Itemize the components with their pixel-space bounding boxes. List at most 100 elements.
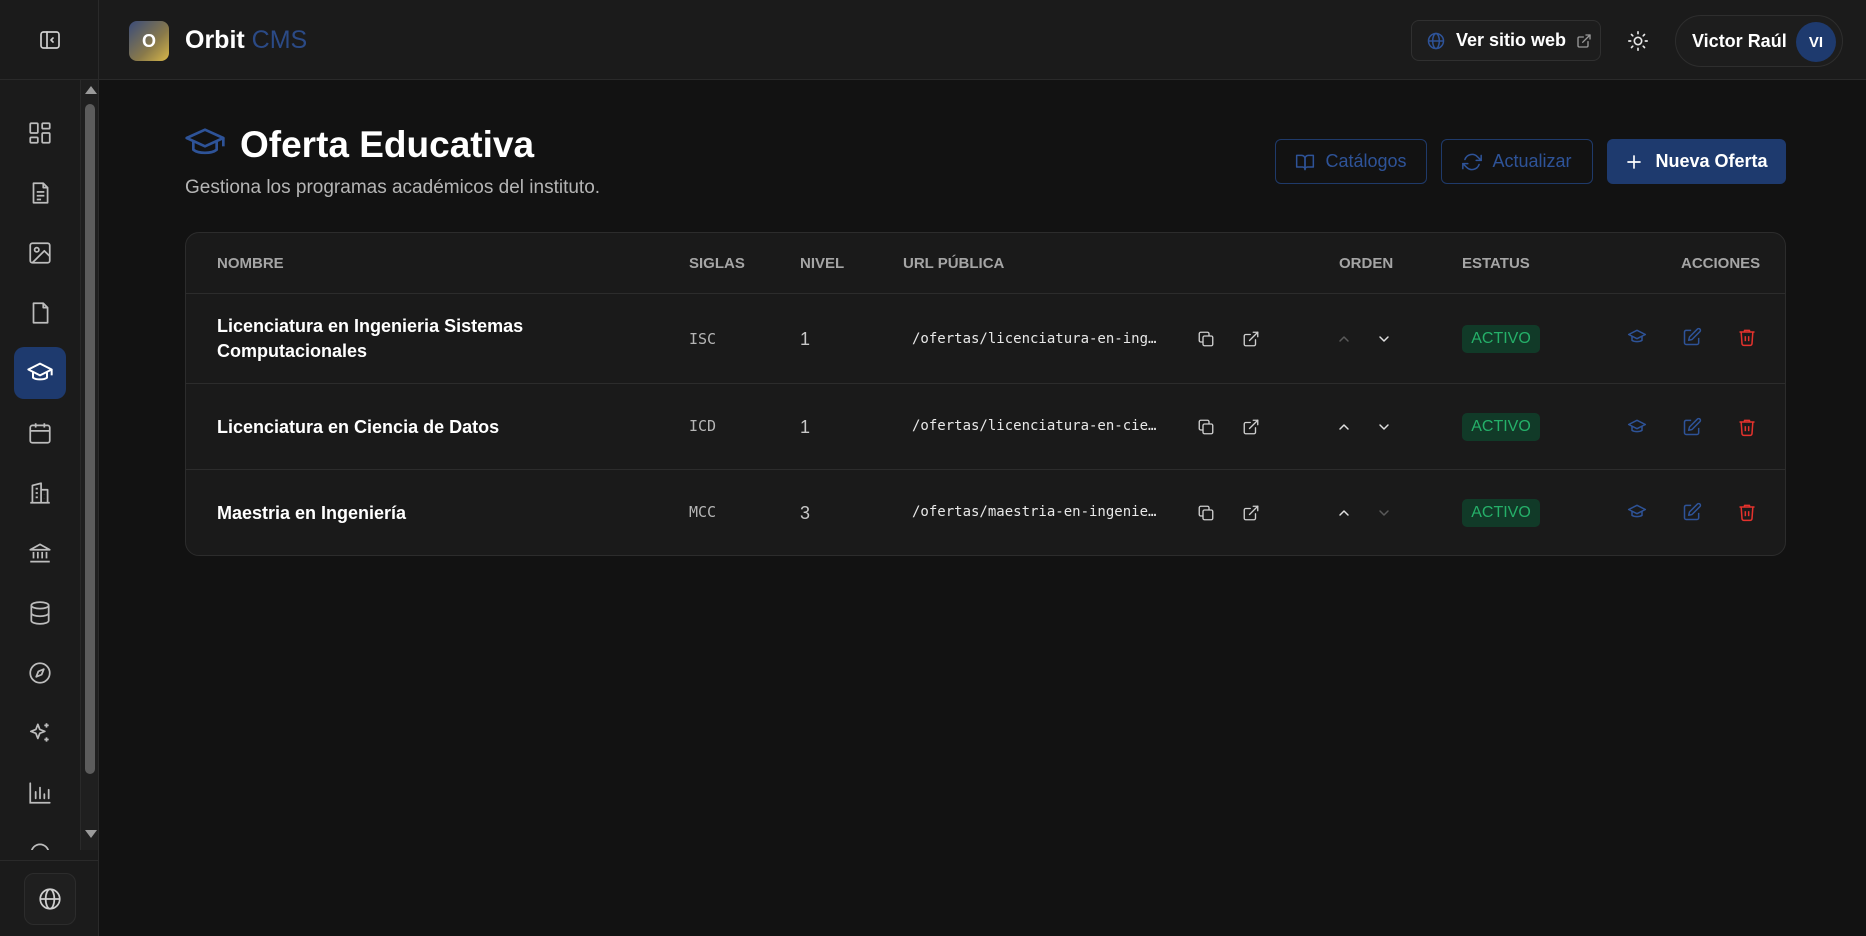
- compass-icon: [29, 662, 51, 684]
- scroll-down-arrow[interactable]: [85, 830, 97, 838]
- language-button[interactable]: [23, 872, 76, 925]
- sidebar-scrollbar[interactable]: [80, 80, 98, 850]
- sparkles-icon: [29, 723, 49, 742]
- move-up-button[interactable]: [1329, 412, 1359, 442]
- sidebar-item-calendar[interactable]: [14, 407, 66, 459]
- sidebar-footer: [0, 860, 99, 936]
- view-program-button[interactable]: [1622, 322, 1652, 352]
- file-icon: [32, 302, 49, 324]
- column-header-url[interactable]: URL PÚBLICA: [903, 255, 1004, 272]
- dashboard-icon: [29, 122, 51, 144]
- sidebar-item-pages[interactable]: [14, 167, 66, 219]
- copy-url-button[interactable]: [1191, 324, 1221, 354]
- refresh-icon: [1462, 153, 1483, 170]
- offers-table: NOMBRE SIGLAS NIVEL URL PÚBLICA ORDEN ES…: [185, 232, 1786, 556]
- bar-chart-icon: [29, 782, 51, 804]
- chevron-down-icon: [1379, 510, 1389, 516]
- app-brand[interactable]: Orbit CMS: [185, 26, 307, 55]
- column-header-orden[interactable]: ORDEN: [1339, 255, 1393, 272]
- app-logo[interactable]: O: [129, 21, 169, 61]
- table-row[interactable]: Licenciatura en Ciencia de Datos ICD 1 /…: [186, 384, 1785, 470]
- copy-url-button[interactable]: [1191, 498, 1221, 528]
- view-program-button[interactable]: [1622, 497, 1652, 527]
- document-icon: [32, 182, 49, 204]
- refresh-label: Actualizar: [1492, 151, 1572, 171]
- program-name: Maestria en Ingeniería: [217, 503, 407, 523]
- chevron-down-icon: [1379, 336, 1389, 342]
- sidebar-item-media[interactable]: [14, 227, 66, 279]
- trash-icon: [1739, 504, 1755, 522]
- sun-icon: [1628, 31, 1648, 51]
- sidebar-toggle-button[interactable]: [30, 20, 70, 60]
- sidebar-item-dashboard[interactable]: [14, 107, 66, 159]
- edit-icon: [1683, 327, 1702, 346]
- open-url-button[interactable]: [1236, 412, 1266, 442]
- sidebar-panel-icon: [39, 30, 60, 49]
- brand-name: Orbit: [185, 26, 245, 54]
- copy-url-button[interactable]: [1191, 412, 1221, 442]
- avatar: VI: [1796, 22, 1836, 62]
- public-url: /ofertas/maestria-en-ingenieria: [912, 504, 1164, 520]
- scroll-up-arrow[interactable]: [85, 86, 97, 94]
- delete-button[interactable]: [1732, 412, 1762, 442]
- column-header-nombre[interactable]: NOMBRE: [217, 255, 284, 272]
- catalogs-button[interactable]: Catálogos: [1275, 139, 1427, 184]
- sidebar-item-buildings[interactable]: [14, 467, 66, 519]
- user-menu-button[interactable]: Victor Raúl VI: [1675, 15, 1843, 67]
- sidebar-item-analytics[interactable]: [14, 767, 66, 819]
- brand-suffix: CMS: [251, 26, 308, 54]
- move-up-button[interactable]: [1329, 324, 1359, 354]
- external-link-icon: [1243, 419, 1259, 435]
- sidebar-item-more[interactable]: [14, 827, 66, 850]
- image-icon: [29, 242, 51, 264]
- delete-button[interactable]: [1732, 322, 1762, 352]
- sidebar-item-explore[interactable]: [14, 647, 66, 699]
- page-subtitle: Gestiona los programas académicos del in…: [185, 177, 601, 198]
- sidebar-item-oferta-educativa[interactable]: [14, 347, 66, 399]
- move-down-button[interactable]: [1369, 412, 1399, 442]
- open-url-button[interactable]: [1236, 498, 1266, 528]
- sidebar-item-database[interactable]: [14, 587, 66, 639]
- sidebar-header: [0, 0, 99, 80]
- copy-icon: [1198, 331, 1214, 347]
- new-offer-button[interactable]: Nueva Oferta: [1607, 139, 1786, 184]
- edit-button[interactable]: [1677, 412, 1707, 442]
- chevron-up-icon: [1339, 424, 1349, 430]
- page-title: Oferta Educativa: [240, 124, 535, 165]
- new-offer-label: Nueva Oferta: [1655, 151, 1768, 171]
- program-level: 1: [800, 417, 811, 437]
- sidebar-item-ai[interactable]: [14, 707, 66, 759]
- scroll-thumb[interactable]: [85, 104, 95, 774]
- delete-button[interactable]: [1732, 497, 1762, 527]
- top-header: O Orbit CMS Ver sitio web Victor Raúl VI: [99, 0, 1866, 80]
- program-name: Licenciatura en Ingenieria Sistemas Comp…: [217, 316, 524, 361]
- graduation-cap-icon: [185, 128, 225, 155]
- table-row[interactable]: Maestria en Ingeniería MCC 3 /ofertas/ma…: [186, 470, 1785, 555]
- sidebar-item-files[interactable]: [14, 287, 66, 339]
- edit-icon: [1683, 502, 1702, 521]
- logo-letter: O: [141, 30, 156, 51]
- table-row[interactable]: Licenciatura en Ingenieria Sistemas Comp…: [186, 294, 1785, 384]
- edit-button[interactable]: [1677, 497, 1707, 527]
- refresh-button[interactable]: Actualizar: [1441, 139, 1593, 184]
- status-badge: ACTIVO: [1462, 413, 1540, 441]
- move-down-button[interactable]: [1369, 498, 1399, 528]
- column-header-siglas[interactable]: SIGLAS: [689, 255, 745, 272]
- public-url: /ofertas/licenciatura-en-ingenieria-sist…: [912, 331, 1164, 347]
- column-header-acciones: ACCIONES: [1681, 255, 1761, 272]
- edit-button[interactable]: [1677, 322, 1707, 352]
- view-program-button[interactable]: [1622, 412, 1652, 442]
- graduation-cap-icon: [1627, 329, 1647, 343]
- sidebar-item-institution[interactable]: [14, 527, 66, 579]
- chevron-up-icon: [1339, 510, 1349, 516]
- view-site-button[interactable]: Ver sitio web: [1411, 20, 1601, 61]
- column-header-nivel[interactable]: NIVEL: [800, 255, 844, 272]
- column-header-estatus[interactable]: ESTATUS: [1462, 255, 1530, 272]
- sidebar-nav: [0, 80, 80, 850]
- move-up-button[interactable]: [1329, 498, 1359, 528]
- theme-toggle-button[interactable]: [1619, 22, 1657, 60]
- open-url-button[interactable]: [1236, 324, 1266, 354]
- chevron-down-icon: [1379, 424, 1389, 430]
- move-down-button[interactable]: [1369, 324, 1399, 354]
- program-name: Licenciatura en Ciencia de Datos: [217, 417, 500, 437]
